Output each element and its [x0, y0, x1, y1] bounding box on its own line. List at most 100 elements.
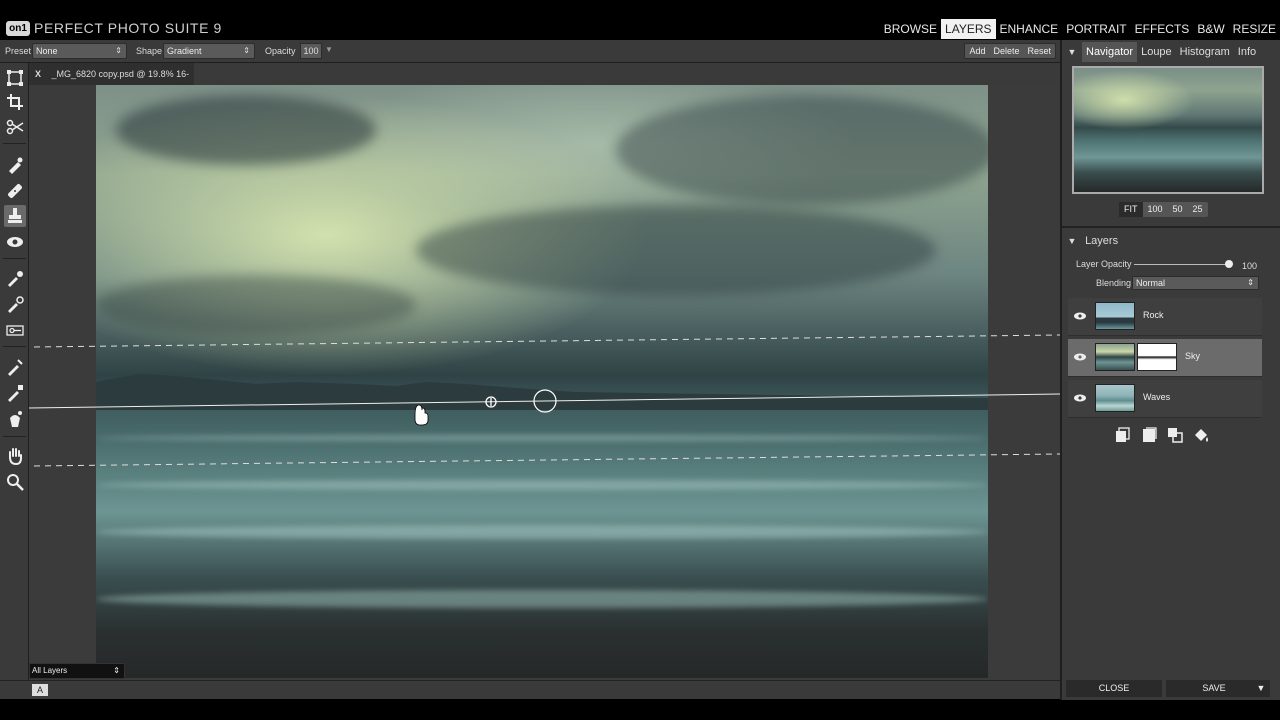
module-portrait[interactable]: PORTRAIT: [1062, 19, 1130, 39]
reset-button[interactable]: Reset: [1023, 44, 1055, 58]
layer-opacity-label: Layer Opacity: [1076, 259, 1132, 269]
bottom-strip: [0, 699, 1280, 720]
panel-divider: [1062, 226, 1280, 228]
masking-brush-icon[interactable]: [4, 267, 26, 289]
preset-value: None: [36, 46, 58, 56]
hand-tool-icon[interactable]: [4, 445, 26, 467]
panel-footer: CLOSE SAVE ▼: [1062, 680, 1280, 698]
mask-buttons: Add Delete Reset: [964, 43, 1056, 59]
tab-info[interactable]: Info: [1234, 42, 1260, 62]
navigator-preview[interactable]: [1072, 66, 1264, 194]
layer-view-select[interactable]: All Layers ⇕: [29, 663, 125, 679]
save-button[interactable]: SAVE: [1166, 680, 1262, 697]
layer-row-sky[interactable]: Sky: [1068, 339, 1262, 377]
opacity-input[interactable]: 100: [300, 43, 322, 59]
duplicate-layer-icon[interactable]: [1114, 426, 1132, 444]
masking-bug-icon[interactable]: [4, 319, 26, 341]
navigator-tabs: ▼ Navigator Loupe Histogram Info: [1062, 42, 1280, 62]
delete-button[interactable]: Delete: [989, 44, 1023, 58]
module-browse[interactable]: BROWSE: [880, 19, 941, 39]
visibility-eye-icon[interactable]: [1073, 350, 1087, 364]
document-tab[interactable]: X _MG_6820 copy.psd @ 19.8% 16-bit: [29, 63, 194, 101]
layer-opacity-value: 100: [1242, 261, 1258, 271]
module-layers[interactable]: LAYERS: [941, 19, 996, 39]
add-button[interactable]: Add: [965, 44, 989, 58]
select-arrows-icon: ⇕: [115, 46, 122, 55]
visibility-eye-icon[interactable]: [1073, 391, 1087, 405]
preset-select[interactable]: None ⇕: [32, 43, 127, 59]
merge-layers-icon[interactable]: [1166, 426, 1184, 444]
module-enhance[interactable]: ENHANCE: [996, 19, 1063, 39]
layer-row-waves[interactable]: Waves: [1068, 380, 1262, 418]
cloud-shape: [96, 275, 416, 335]
zoom-100-button[interactable]: 100: [1143, 202, 1168, 217]
layer-mask-thumbnail[interactable]: [1137, 343, 1177, 371]
zoom-buttons: FIT 100 50 25: [1119, 202, 1208, 217]
fill-layer-icon[interactable]: [1192, 426, 1210, 444]
shape-value: Gradient: [167, 46, 202, 56]
shape-select[interactable]: Gradient ⇕: [163, 43, 255, 59]
blending-select[interactable]: Normal ⇕: [1132, 276, 1259, 290]
module-resize[interactable]: RESIZE: [1229, 19, 1280, 39]
erase-brush-icon[interactable]: [4, 154, 26, 176]
layer-actions: [1114, 426, 1210, 444]
select-arrows-icon: ⇕: [243, 46, 250, 55]
zoom-fit-button[interactable]: FIT: [1119, 202, 1143, 217]
layer-name-sky: Sky: [1185, 351, 1201, 361]
retouch-brush-icon[interactable]: [4, 180, 26, 202]
tab-histogram[interactable]: Histogram: [1176, 42, 1234, 62]
masking-brush-2-icon[interactable]: [4, 293, 26, 315]
zoom-25-button[interactable]: 25: [1188, 202, 1208, 217]
view-mask-icon[interactable]: [4, 231, 26, 253]
clone-stamp-icon[interactable]: [4, 205, 26, 227]
close-document-icon[interactable]: X: [35, 69, 41, 79]
blending-label: Blending: [1096, 278, 1132, 288]
opacity-label: Opacity: [265, 46, 296, 56]
module-effects[interactable]: EFFECTS: [1131, 19, 1194, 39]
cut-tool-icon[interactable]: [4, 116, 26, 138]
layer-opacity-knob[interactable]: [1225, 260, 1233, 268]
visibility-eye-icon[interactable]: [1073, 309, 1087, 323]
app-header: on1 PERFECT PHOTO SUITE 9 BROWSE LAYERS …: [0, 0, 1280, 40]
save-dropdown-icon[interactable]: ▼: [1252, 680, 1270, 697]
preset-label: Preset: [5, 46, 32, 56]
select-arrows-icon: ⇕: [1247, 278, 1254, 287]
zoom-tool-icon[interactable]: [4, 471, 26, 493]
right-panel: ▼ Navigator Loupe Histogram Info FIT 100…: [1060, 40, 1280, 700]
close-button[interactable]: CLOSE: [1066, 680, 1162, 697]
auto-badge[interactable]: A: [32, 684, 48, 696]
collapse-triangle-icon[interactable]: ▼: [1062, 232, 1082, 250]
select-arrows-icon: ⇕: [113, 666, 120, 675]
tool-divider: [3, 346, 26, 347]
module-bw[interactable]: B&W: [1193, 19, 1228, 39]
tab-loupe[interactable]: Loupe: [1137, 42, 1176, 62]
cloud-shape: [116, 95, 376, 165]
distant-hills: [96, 374, 988, 410]
app-title: PERFECT PHOTO SUITE 9: [34, 20, 222, 36]
transform-tool-icon[interactable]: [4, 67, 26, 89]
layer-name-rock: Rock: [1143, 310, 1164, 320]
layer-row-rock[interactable]: Rock: [1068, 298, 1262, 336]
wave-foam: [96, 480, 988, 490]
new-layer-icon[interactable]: [1140, 426, 1158, 444]
blur-brush-icon[interactable]: [4, 408, 26, 430]
layer-opacity-slider[interactable]: [1134, 264, 1229, 265]
collapse-triangle-icon[interactable]: ▼: [1062, 47, 1082, 57]
opacity-dropdown-icon[interactable]: ▼: [325, 45, 333, 54]
crop-tool-icon[interactable]: [4, 91, 26, 113]
refine-brush-icon[interactable]: [4, 356, 26, 378]
layer-name-waves: Waves: [1143, 392, 1171, 402]
layers-title: Layers: [1085, 235, 1119, 247]
wave-foam: [96, 590, 988, 608]
module-nav: BROWSE LAYERS ENHANCE PORTRAIT EFFECTS B…: [880, 19, 1280, 39]
tab-navigator[interactable]: Navigator: [1082, 42, 1138, 62]
document-image[interactable]: [96, 85, 988, 678]
document-tab-bar: X _MG_6820 copy.psd @ 19.8% 16-bit: [29, 63, 1060, 101]
shape-label: Shape: [136, 46, 163, 56]
layers-header[interactable]: ▼ Layers: [1062, 232, 1280, 250]
chisel-brush-icon[interactable]: [4, 382, 26, 404]
tool-palette: [0, 63, 29, 680]
zoom-50-button[interactable]: 50: [1168, 202, 1188, 217]
canvas-area[interactable]: [29, 85, 1060, 680]
app-logo: on1: [6, 21, 30, 36]
